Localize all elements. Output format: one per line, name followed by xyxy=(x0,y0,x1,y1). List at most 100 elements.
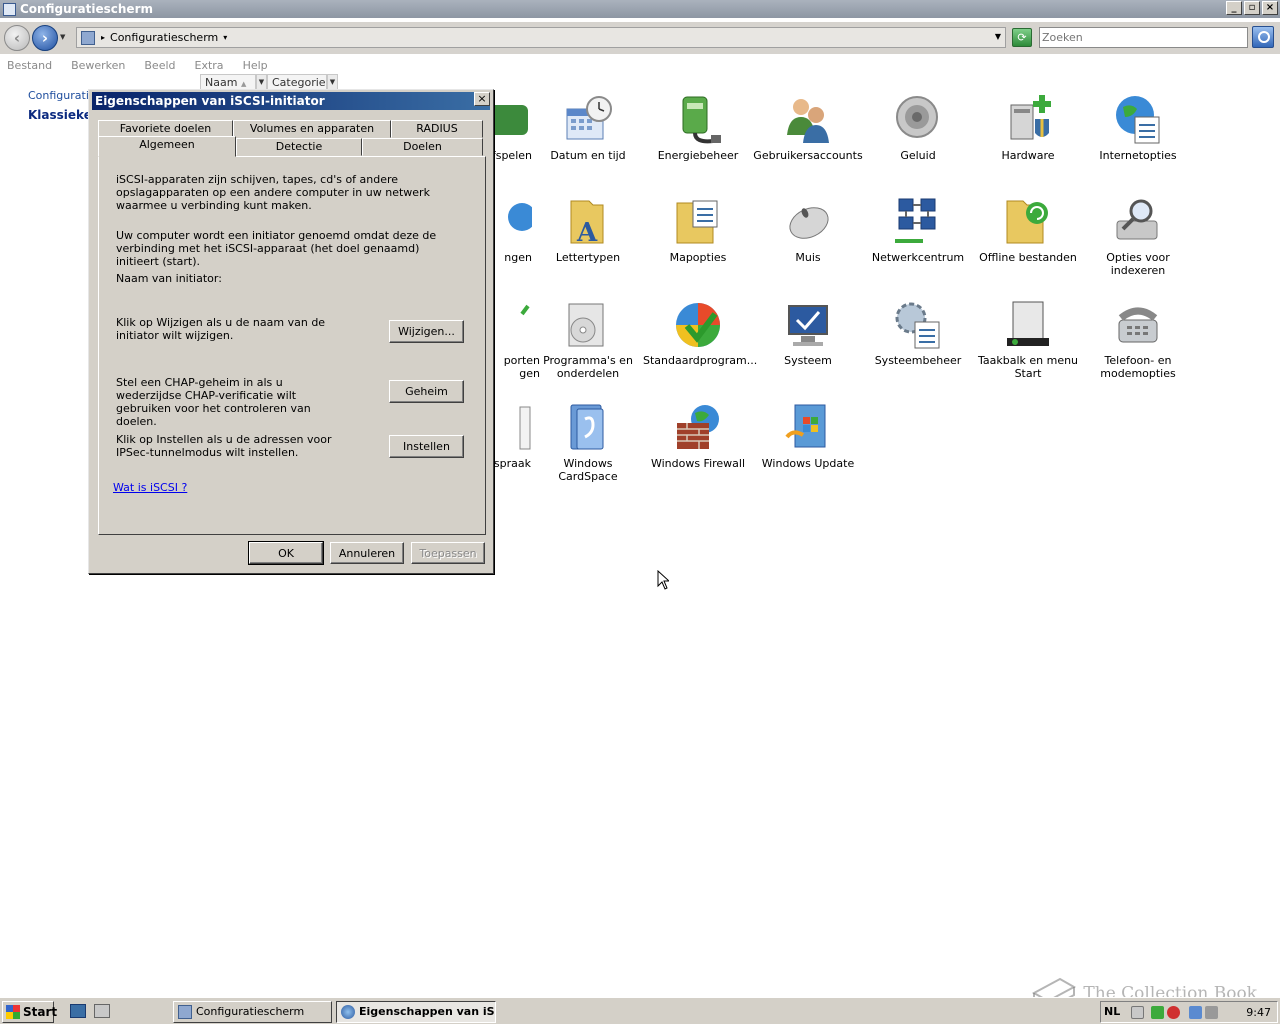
power-plug-icon xyxy=(673,95,723,145)
iscsi-icon xyxy=(341,1005,355,1019)
item-administrative-tools[interactable]: Systeembeheer xyxy=(863,300,973,367)
item-windows-cardspace[interactable]: Windows CardSpace xyxy=(533,403,643,483)
secret-button[interactable]: Geheim xyxy=(389,380,464,403)
maximize-button[interactable]: ▫ xyxy=(1244,1,1260,15)
search-button[interactable] xyxy=(1252,26,1274,48)
ok-button[interactable]: OK xyxy=(248,541,324,565)
windows-logo-icon xyxy=(6,1005,20,1019)
tab-radius[interactable]: RADIUS xyxy=(391,120,483,138)
programs-icon xyxy=(563,300,613,350)
item-fonts[interactable]: A Lettertypen xyxy=(533,197,643,264)
change-button[interactable]: Wijzigen... xyxy=(389,320,464,343)
item-mouse[interactable]: Muis xyxy=(753,197,863,264)
ipsec-explanation: Klik op Instellen als u de adressen voor… xyxy=(116,433,332,459)
network-tray-icon[interactable] xyxy=(1189,1006,1202,1019)
apply-button[interactable]: Toepassen xyxy=(411,542,485,564)
iscsi-properties-dialog: Eigenschappen van iSCSI-initiator × Favo… xyxy=(88,89,494,574)
item-offline-files[interactable]: Offline bestanden xyxy=(973,197,1083,264)
change-explanation: Klik op Wijzigen als u de naam van de in… xyxy=(116,316,326,342)
menu-bar: Bestand Bewerken Beeld Extra Help xyxy=(0,56,1280,74)
close-button[interactable]: × xyxy=(1262,1,1278,15)
address-field[interactable]: ▸ Configuratiescherm ▾ ▼ xyxy=(76,27,1006,48)
initiator-explanation: Uw computer wordt een initiator genoemd … xyxy=(116,229,437,268)
start-button[interactable]: Start xyxy=(2,1001,57,1023)
globe-document-icon xyxy=(1113,95,1163,145)
dialog-title: Eigenschappen van iSCSI-initiator xyxy=(92,92,490,110)
chap-explanation: Stel een CHAP-geheim in als u wederzijds… xyxy=(116,376,311,428)
history-dropdown-icon[interactable]: ▼ xyxy=(60,33,65,41)
item-taskbar-start[interactable]: Taakbalk en menu Start xyxy=(973,300,1083,380)
item-sound[interactable]: Geluid xyxy=(863,95,973,162)
dialog-close-button[interactable]: × xyxy=(474,92,490,106)
address-dropdown-icon[interactable]: ▼ xyxy=(995,32,1001,41)
minimize-button[interactable]: _ xyxy=(1226,1,1242,15)
offline-folder-icon xyxy=(1003,197,1053,247)
tab-discovery[interactable]: Detectie xyxy=(236,138,362,156)
breadcrumb-arrow-icon[interactable]: ▾ xyxy=(223,33,227,42)
default-programs-icon xyxy=(673,300,723,350)
control-panel-icon xyxy=(3,2,16,16)
speaker-icon xyxy=(893,95,943,145)
forward-button[interactable]: › xyxy=(32,25,58,51)
item-folder-options[interactable]: Mapopties xyxy=(643,197,753,264)
window-titlebar: Configuratiescherm _ ▫ × xyxy=(0,0,1280,18)
menu-view[interactable]: Beeld xyxy=(144,59,175,72)
refresh-button[interactable]: ⟳ xyxy=(1012,28,1032,47)
warning-icon[interactable] xyxy=(1167,1006,1180,1019)
calendar-clock-icon xyxy=(563,95,613,145)
initiator-name-label: Naam van initiator: xyxy=(116,272,222,285)
item-windows-firewall[interactable]: Windows Firewall xyxy=(643,403,753,470)
item-network-center[interactable]: Netwerkcentrum xyxy=(863,197,973,264)
item-internet-options[interactable]: Internetopties xyxy=(1083,95,1193,162)
item-phone-modem[interactable]: Telefoon- en modemopties xyxy=(1083,300,1193,380)
clock[interactable]: 9:47 xyxy=(1246,1006,1271,1019)
network-icon xyxy=(893,197,943,247)
control-panel-icon xyxy=(178,1005,192,1019)
address-path[interactable]: Configuratiescherm xyxy=(110,31,218,44)
server-manager-icon[interactable] xyxy=(94,1004,110,1018)
hardware-icon xyxy=(1003,95,1053,145)
menu-edit[interactable]: Bewerken xyxy=(71,59,125,72)
tab-general[interactable]: Algemeen xyxy=(98,136,236,157)
item-programs-features[interactable]: Programma's en onderdelen xyxy=(533,300,643,380)
item-hardware[interactable]: Hardware xyxy=(973,95,1083,162)
tab-targets[interactable]: Doelen xyxy=(362,138,483,156)
item-system[interactable]: Systeem xyxy=(753,300,863,367)
window-title: Configuratiescherm xyxy=(20,2,153,16)
system-tray: NL 9:47 xyxy=(1100,1001,1278,1023)
search-input[interactable] xyxy=(1039,27,1248,48)
security-shield-icon[interactable] xyxy=(1151,1006,1164,1019)
item-default-programs[interactable]: Standaardprogram... xyxy=(643,300,757,367)
task-control-panel[interactable]: Configuratiescherm xyxy=(173,1001,332,1023)
cancel-button[interactable]: Annuleren xyxy=(330,542,404,564)
control-panel-icon xyxy=(81,30,95,45)
task-iscsi-properties[interactable]: Eigenschappen van iS... xyxy=(336,1001,496,1023)
item-indexing-options[interactable]: Opties voor indexeren xyxy=(1083,197,1193,277)
language-indicator[interactable]: NL xyxy=(1104,1005,1120,1018)
back-button[interactable]: ‹ xyxy=(4,25,30,51)
fonts-folder-icon: A xyxy=(563,197,613,248)
setup-button[interactable]: Instellen xyxy=(389,435,464,458)
volume-muted-icon[interactable] xyxy=(1205,1006,1218,1019)
what-is-iscsi-link[interactable]: Wat is iSCSI ? xyxy=(113,481,187,494)
menu-help[interactable]: Help xyxy=(243,59,268,72)
show-desktop-icon[interactable] xyxy=(70,1004,86,1018)
item-user-accounts[interactable]: Gebruikersaccounts xyxy=(753,95,863,162)
item-windows-update[interactable]: Windows Update xyxy=(753,403,863,470)
windows-update-icon xyxy=(783,403,833,453)
menu-tools[interactable]: Extra xyxy=(195,59,224,72)
folder-options-icon xyxy=(673,197,723,247)
address-toolbar: ‹ › ▼ ▸ Configuratiescherm ▾ ▼ ⟳ xyxy=(0,22,1280,54)
users-icon xyxy=(783,95,833,145)
mouse-cursor-icon xyxy=(657,570,669,590)
item-power-options[interactable]: Energiebeheer xyxy=(643,95,753,162)
keyboard-icon[interactable] xyxy=(1131,1006,1144,1019)
breadcrumb-arrow-icon[interactable]: ▸ xyxy=(101,33,105,42)
indexing-icon xyxy=(1113,197,1163,247)
firewall-icon xyxy=(673,403,723,453)
tab-volumes-devices[interactable]: Volumes en apparaten xyxy=(233,120,391,138)
general-tab-panel: iSCSI-apparaten zijn schijven, tapes, cd… xyxy=(98,156,486,535)
cardspace-icon xyxy=(563,403,613,453)
menu-file[interactable]: Bestand xyxy=(7,59,52,72)
item-date-time[interactable]: Datum en tijd xyxy=(533,95,643,162)
